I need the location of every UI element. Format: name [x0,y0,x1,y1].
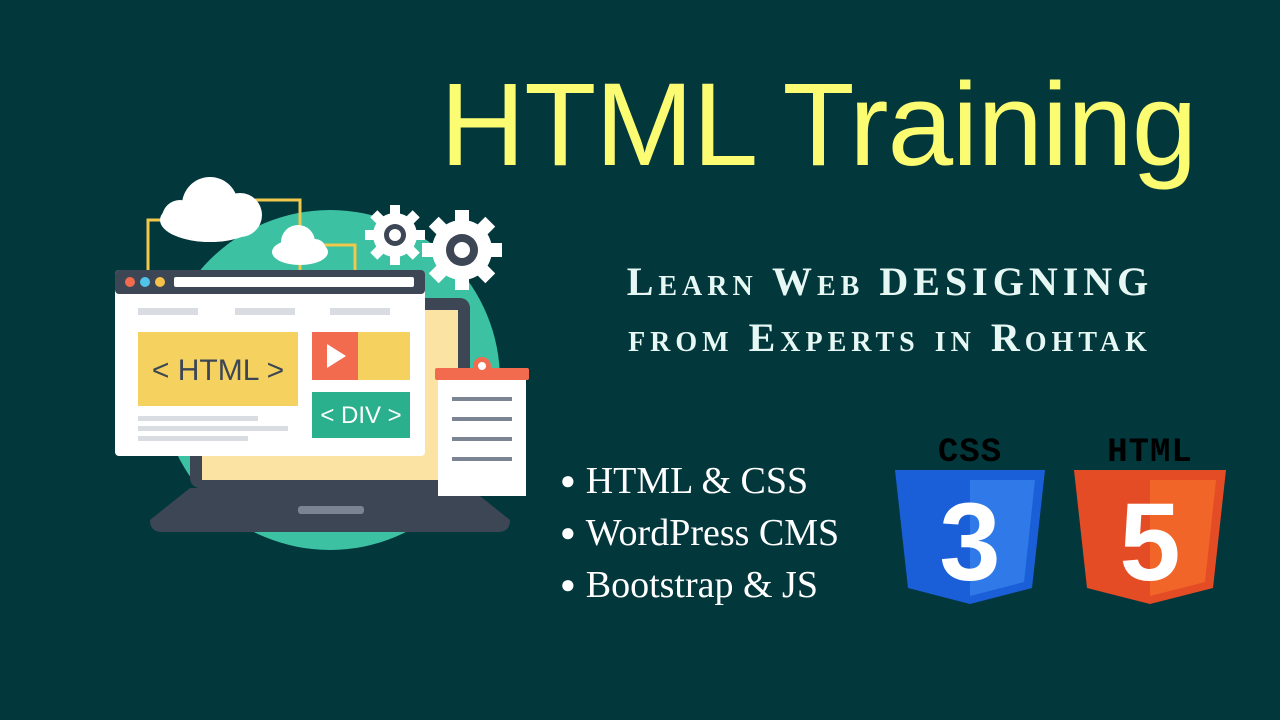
browser-window: < HTML > < DIV > [115,270,425,456]
tagline-line-1: Learn Web DESIGNING [626,259,1154,304]
web-design-illustration: < HTML > < DIV > [115,177,529,550]
document-icon [435,357,529,496]
course-item: ● WordPress CMS [560,509,839,561]
course-item: ● Bootstrap & JS [560,561,839,613]
html5-logo: HTML 5 [1072,436,1228,604]
tagline-line-2: from Experts in Rohtak [628,315,1152,360]
css3-shield-icon: 3 [895,470,1045,604]
html-tag-label: < HTML > [152,354,284,387]
course-item-label: HTML & CSS [585,460,809,502]
course-list: ● HTML & CSS ● WordPress CMS ● Bootstrap & … [560,457,839,613]
css-version-number: 3 [939,481,1000,604]
course-item-label: WordPress CMS [585,512,840,554]
gear-icon [422,210,502,290]
css-logo-label: CSS [937,434,1003,472]
bullet-icon: ● [560,518,576,547]
cloud-icon [160,177,262,242]
html5-shield-icon: 5 [1074,470,1226,604]
html-logo-label: HTML [1107,434,1193,472]
css3-logo: CSS 3 [893,436,1047,604]
course-item-label: Bootstrap & JS [585,564,818,606]
course-item: ● HTML & CSS [560,457,839,509]
bullet-icon: ● [560,466,576,495]
page-title: HTML Training [440,59,1197,191]
bullet-icon: ● [560,570,576,599]
gear-icon [365,205,425,265]
div-tag-label: < DIV > [320,402,401,429]
html-version-number: 5 [1119,481,1180,604]
